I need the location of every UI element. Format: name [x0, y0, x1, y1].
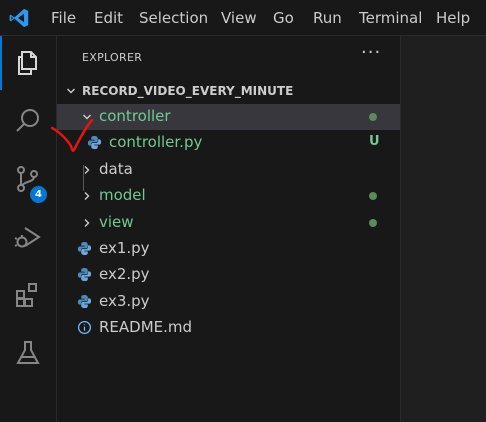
- git-status-dot: [369, 113, 377, 121]
- explorer-sidebar: EXPLORER ··· RECORD_VIDEO_EVERY_MINUTE c…: [57, 36, 401, 422]
- info-icon: [77, 320, 92, 335]
- chevron-down-icon: [83, 114, 91, 120]
- workspace-name: RECORD_VIDEO_EVERY_MINUTE: [82, 84, 294, 98]
- menu-terminal[interactable]: Terminal: [359, 0, 422, 36]
- python-file-icon: [77, 267, 92, 282]
- git-status-dot: [369, 192, 377, 200]
- tree-item-label: controller: [99, 107, 171, 125]
- tree-item-label: README.md: [99, 318, 193, 336]
- tree-folder-controller[interactable]: controller: [57, 104, 400, 130]
- git-status-dot: [369, 219, 377, 227]
- tree-folder-data[interactable]: data: [57, 157, 400, 183]
- activity-run-debug[interactable]: [0, 210, 56, 264]
- title-bar: File Edit Selection View Go Run Terminal…: [0, 0, 486, 36]
- python-file-icon: [87, 135, 102, 150]
- explorer-title: EXPLORER: [82, 51, 143, 64]
- tree-folder-view[interactable]: view: [57, 210, 400, 236]
- tree-item-label: ex3.py: [99, 292, 150, 310]
- tree-file-readme-md[interactable]: README.md: [57, 315, 400, 341]
- indent-guide: [83, 165, 84, 191]
- python-file-icon: [77, 294, 92, 309]
- activity-testing[interactable]: [0, 326, 56, 380]
- menu-run[interactable]: Run: [313, 0, 342, 36]
- tree-item-label: ex2.py: [99, 265, 150, 283]
- more-actions-button[interactable]: ···: [361, 44, 381, 62]
- activity-bar: 4: [0, 36, 57, 422]
- extensions-icon: [16, 283, 37, 307]
- editor-area[interactable]: [401, 36, 486, 422]
- menu-selection[interactable]: Selection: [139, 0, 208, 36]
- tree-item-label: data: [99, 160, 133, 178]
- tree-file-ex2-py[interactable]: ex2.py: [57, 262, 400, 288]
- chevron-right-icon: [84, 219, 90, 227]
- activity-source-control[interactable]: 4: [0, 152, 56, 206]
- tree-item-label: view: [99, 213, 134, 231]
- chevron-down-icon: [67, 88, 75, 94]
- tree-item-label: controller.py: [109, 133, 203, 151]
- activity-extensions[interactable]: [0, 268, 56, 322]
- tree-item-label: ex1.py: [99, 239, 150, 257]
- menu-edit[interactable]: Edit: [94, 0, 123, 36]
- menu-help[interactable]: Help: [436, 0, 470, 36]
- tree-file-ex3-py[interactable]: ex3.py: [57, 289, 400, 315]
- python-file-icon: [77, 241, 92, 256]
- tree-file-ex1-py[interactable]: ex1.py: [57, 236, 400, 262]
- activity-search[interactable]: [0, 94, 56, 148]
- menu-view[interactable]: View: [221, 0, 257, 36]
- scm-badge: 4: [30, 186, 47, 203]
- active-indicator: [0, 36, 2, 90]
- vscode-logo-icon: [9, 8, 29, 28]
- search-icon: [16, 109, 39, 132]
- menu-go[interactable]: Go: [273, 0, 294, 36]
- activity-explorer[interactable]: [0, 36, 56, 90]
- run-debug-icon: [14, 227, 41, 248]
- files-icon: [18, 51, 37, 75]
- tree-file-controller-py[interactable]: controller.py U: [57, 130, 400, 156]
- chevron-right-icon: [84, 192, 90, 200]
- menu-file[interactable]: File: [51, 0, 76, 36]
- tree-item-label: model: [99, 186, 146, 204]
- workspace-section-header[interactable]: RECORD_VIDEO_EVERY_MINUTE: [57, 80, 400, 102]
- tree-folder-model[interactable]: model: [57, 183, 400, 209]
- git-status-letter: U: [369, 134, 380, 149]
- testing-icon: [16, 341, 40, 364]
